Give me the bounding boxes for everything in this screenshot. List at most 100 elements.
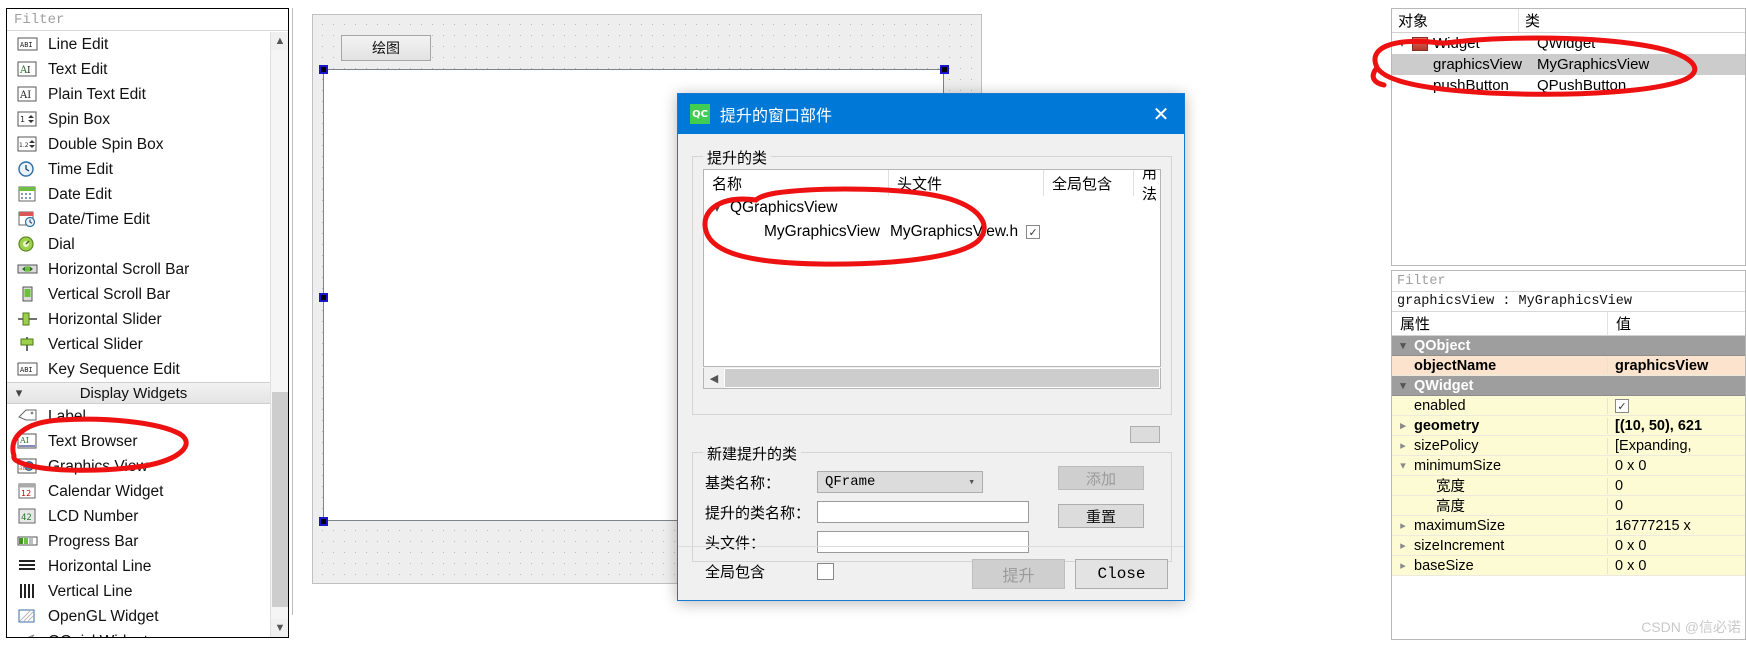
base-class-combobox[interactable]: QFrame ▾ <box>817 471 983 493</box>
promote-widget-dialog[interactable]: QC 提升的窗口部件 ✕ 提升的类 名称 头文件 全局包含 用法 ▾ QGrap… <box>677 93 1185 601</box>
object-inspector-row-pushbutton[interactable]: pushButton QPushButton <box>1392 75 1745 96</box>
graphics-view-icon: abc <box>17 458 39 476</box>
dialog-title-text: 提升的窗口部件 <box>720 108 833 125</box>
tree-col-usage[interactable]: 用法 <box>1134 170 1160 203</box>
widget-item-graphics-view[interactable]: abc Graphics View <box>7 454 270 479</box>
property-row-geometry[interactable]: ▸ geometry [(10, 50), 621 <box>1392 416 1745 436</box>
add-button[interactable]: 添加 <box>1058 466 1144 490</box>
widget-item-double-spin-box[interactable]: 1.2 Double Spin Box <box>7 132 270 157</box>
property-row-enabled[interactable]: enabled ✓ <box>1392 396 1745 416</box>
property-row-sizepolicy[interactable]: ▸ sizePolicy [Expanding, <box>1392 436 1745 456</box>
widget-item-key-sequence-edit[interactable]: ABI Key Sequence Edit <box>7 357 270 382</box>
svg-text:1.2: 1.2 <box>19 142 29 149</box>
widget-item-vertical-scroll-bar[interactable]: Vertical Scroll Bar <box>7 282 270 307</box>
property-group-qobject[interactable]: ▾ QObject <box>1392 336 1745 356</box>
chevron-right-icon[interactable]: ▸ <box>1392 519 1414 532</box>
property-value[interactable]: 0 x 0 <box>1607 537 1745 554</box>
widget-item-progress-bar[interactable]: Progress Bar <box>7 529 270 554</box>
property-value[interactable]: [(10, 50), 621 <box>1607 417 1745 434</box>
hscrollbar-thumb[interactable] <box>725 369 1159 387</box>
promoted-tree-hscrollbar[interactable]: ◀ <box>703 368 1161 389</box>
property-filter-input[interactable]: Filter <box>1392 271 1745 292</box>
property-row-basesize[interactable]: ▸ baseSize 0 x 0 <box>1392 556 1745 576</box>
qquickwidget-icon <box>17 633 39 637</box>
chevron-down-icon: ▾ <box>968 477 975 489</box>
widget-box-filter-input[interactable]: Filter <box>7 9 288 31</box>
widget-item-calendar-widget[interactable]: 12 Calendar Widget <box>7 479 270 504</box>
widget-box-group-display-widgets[interactable]: ▾ Display Widgets <box>7 382 270 404</box>
selection-handle-bottom-left[interactable] <box>319 517 328 526</box>
property-value[interactable]: 0 <box>1607 497 1745 514</box>
widget-box-scrollbar[interactable]: ▲ ▼ <box>270 32 288 637</box>
widget-item-vertical-slider[interactable]: Vertical Slider <box>7 332 270 357</box>
property-row-maximumsize[interactable]: ▸ maximumSize 16777215 x <box>1392 516 1745 536</box>
widget-item-horizontal-slider[interactable]: Horizontal Slider <box>7 307 270 332</box>
widget-item-spin-box[interactable]: 1 Spin Box <box>7 107 270 132</box>
chevron-down-icon[interactable]: ▾ <box>1392 339 1414 352</box>
chevron-right-icon[interactable]: ▸ <box>1392 419 1414 432</box>
enabled-checkbox[interactable]: ✓ <box>1615 399 1629 413</box>
widget-item-lcd-number[interactable]: 42 LCD Number <box>7 504 270 529</box>
scroll-up-icon[interactable]: ▲ <box>271 32 288 50</box>
close-icon[interactable]: ✕ <box>1138 94 1184 134</box>
widget-item-label[interactable]: Label <box>7 404 270 429</box>
selection-handle-top-left[interactable] <box>319 65 328 74</box>
property-value[interactable]: 16777215 x <box>1607 517 1745 534</box>
widget-item-text-edit[interactable]: AI Text Edit <box>7 57 270 82</box>
reset-button[interactable]: 重置 <box>1058 504 1144 528</box>
widget-item-qquickwidget[interactable]: QQuickWidget <box>7 629 270 637</box>
chevron-right-icon[interactable]: ▸ <box>1392 559 1414 572</box>
dialog-titlebar[interactable]: QC 提升的窗口部件 ✕ <box>678 94 1184 134</box>
tree-col-name[interactable]: 名称 <box>704 170 889 196</box>
tree-row-qgraphicsview[interactable]: ▾ QGraphicsView <box>704 196 1160 220</box>
widget-item-date-time-edit[interactable]: Date/Time Edit <box>7 207 270 232</box>
global-include-checkbox[interactable]: ✓ <box>1026 225 1041 239</box>
widget-item-opengl-widget[interactable]: OpenGL Widget <box>7 604 270 629</box>
property-value[interactable]: 0 <box>1607 477 1745 494</box>
selection-handle-mid-left[interactable] <box>319 293 328 302</box>
tree-col-header-file[interactable]: 头文件 <box>889 170 1044 196</box>
object-inspector-row-graphicsview[interactable]: graphicsView MyGraphicsView <box>1392 54 1745 75</box>
chevron-down-icon[interactable]: ▾ <box>704 201 730 215</box>
property-row-minimumsize-height[interactable]: 高度 0 <box>1392 496 1745 516</box>
property-value[interactable]: 0 x 0 <box>1607 557 1745 574</box>
scroll-left-icon[interactable]: ◀ <box>704 368 724 388</box>
chevron-down-icon[interactable]: ▾ <box>1392 37 1412 50</box>
scroll-down-icon[interactable]: ▼ <box>271 619 288 637</box>
property-value[interactable]: ✓ <box>1607 397 1745 414</box>
widget-item-horizontal-scroll-bar[interactable]: Horizontal Scroll Bar <box>7 257 270 282</box>
dialog-extra-small-button[interactable] <box>1130 426 1160 443</box>
widget-item-line-edit[interactable]: ABI Line Edit <box>7 32 270 57</box>
tree-col-global-include[interactable]: 全局包含 <box>1044 170 1134 196</box>
chevron-down-icon[interactable]: ▾ <box>1392 379 1414 392</box>
property-row-objectname[interactable]: objectName graphicsView <box>1392 356 1745 376</box>
widget-item-date-edit[interactable]: Date Edit <box>7 182 270 207</box>
chevron-down-icon[interactable]: ▾ <box>1392 459 1414 472</box>
promote-button[interactable]: 提升 <box>972 558 1065 589</box>
widget-item-label: Date/Time Edit <box>48 210 150 228</box>
widget-item-vertical-line[interactable]: Vertical Line <box>7 579 270 604</box>
property-row-minimumsize[interactable]: ▾ minimumSize 0 x 0 <box>1392 456 1745 476</box>
property-group-qwidget[interactable]: ▾ QWidget <box>1392 376 1745 396</box>
property-value[interactable]: 0 x 0 <box>1607 457 1745 474</box>
property-row-sizeincrement[interactable]: ▸ sizeIncrement 0 x 0 <box>1392 536 1745 556</box>
scrollbar-thumb[interactable] <box>272 392 288 607</box>
promoted-class-name-input[interactable] <box>817 501 1029 523</box>
widget-item-time-edit[interactable]: Time Edit <box>7 157 270 182</box>
chevron-right-icon[interactable]: ▸ <box>1392 439 1414 452</box>
widget-box-list[interactable]: ABI Line Edit AI Text Edit AI Plain Text… <box>7 32 270 637</box>
object-inspector-row-widget[interactable]: ▾ Widget QWidget <box>1392 33 1745 54</box>
widget-item-dial[interactable]: Dial <box>7 232 270 257</box>
chevron-right-icon[interactable]: ▸ <box>1392 539 1414 552</box>
promoted-classes-tree[interactable]: 名称 头文件 全局包含 用法 ▾ QGraphicsView MyGraphic… <box>703 169 1161 367</box>
form-push-button[interactable]: 绘图 <box>341 35 431 61</box>
selection-handle-top-right[interactable] <box>940 65 949 74</box>
property-value[interactable]: [Expanding, <box>1607 437 1745 454</box>
widget-item-plain-text-edit[interactable]: AI Plain Text Edit <box>7 82 270 107</box>
widget-item-text-browser[interactable]: AI Text Browser <box>7 429 270 454</box>
tree-row-mygraphicsview[interactable]: MyGraphicsView MyGraphicsView.h ✓ <box>704 220 1160 244</box>
property-row-minimumsize-width[interactable]: 宽度 0 <box>1392 476 1745 496</box>
close-button[interactable]: Close <box>1075 558 1168 589</box>
property-value[interactable]: graphicsView <box>1607 357 1745 374</box>
widget-item-horizontal-line[interactable]: Horizontal Line <box>7 554 270 579</box>
